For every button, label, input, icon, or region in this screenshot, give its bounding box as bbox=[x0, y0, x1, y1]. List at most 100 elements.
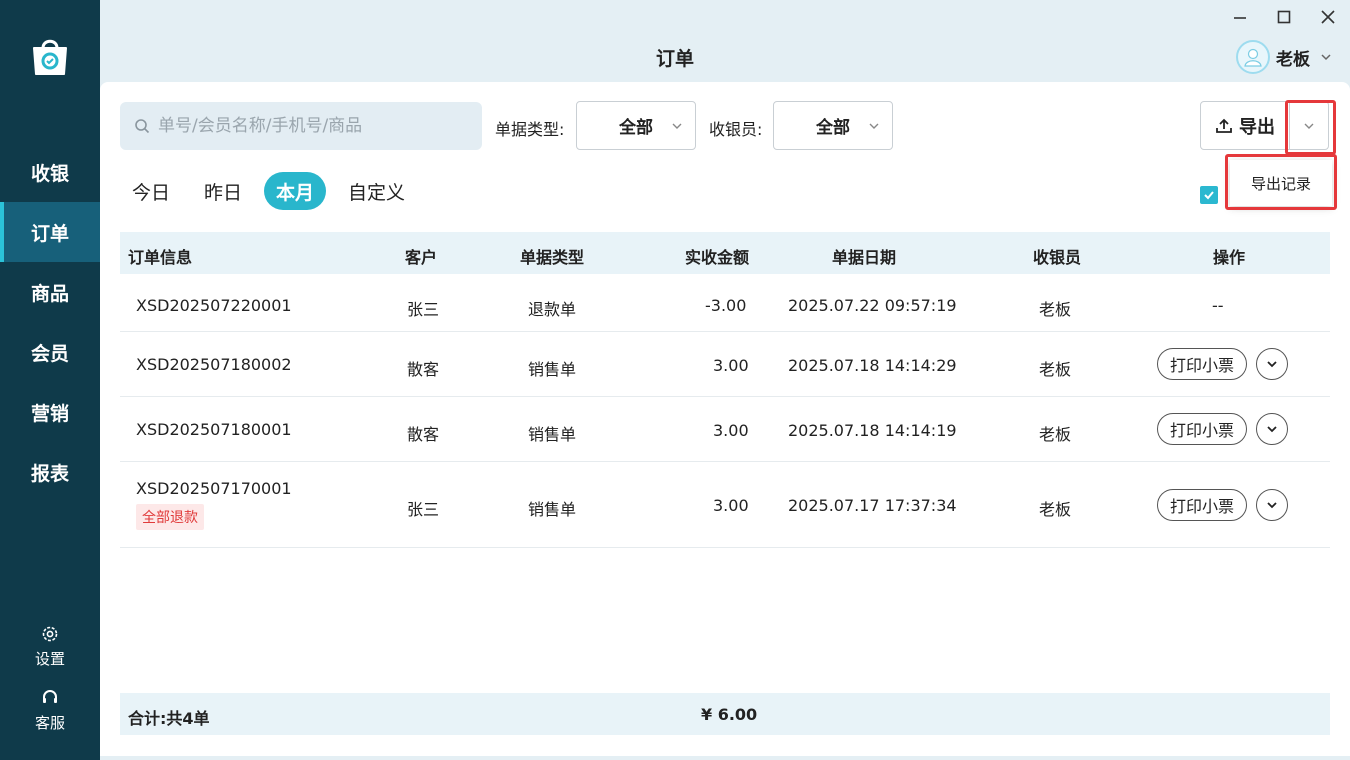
doc-type: 销售单 bbox=[528, 360, 577, 379]
cashier: 老板 bbox=[1039, 300, 1072, 319]
amount: 3.00 bbox=[713, 496, 749, 515]
table-header: 订单信息 客户 单据类型 实收金额 单据日期 收银员 操作 bbox=[120, 232, 1330, 274]
print-receipt-label: 打印小票 bbox=[1169, 421, 1234, 440]
sidebar-item-label: 收银 bbox=[30, 162, 69, 185]
column-header: 客户 bbox=[405, 248, 438, 267]
sidebar-item-reports[interactable]: 报表 bbox=[0, 442, 100, 502]
sidebar-item-label: 订单 bbox=[30, 222, 69, 245]
cashier-label: 收银员: bbox=[709, 120, 763, 139]
settings-label: 设置 bbox=[34, 650, 65, 668]
close-icon bbox=[1321, 10, 1335, 24]
cashier-value: 全部 bbox=[816, 118, 850, 138]
doc-type: 销售单 bbox=[528, 425, 577, 444]
sidebar-item-marketing[interactable]: 营销 bbox=[0, 382, 100, 442]
headset-icon bbox=[43, 690, 57, 703]
doc-date: 2025.07.18 14:14:19 bbox=[788, 421, 957, 440]
print-receipt-button[interactable]: 打印小票 bbox=[1157, 348, 1247, 380]
chevron-down-icon bbox=[1321, 54, 1331, 61]
export-records-menu-item[interactable]: 导出记录 bbox=[1230, 160, 1332, 206]
customer: 张三 bbox=[407, 500, 440, 519]
service-label: 客服 bbox=[34, 714, 65, 732]
table-row[interactable]: XSD202507170001 全部退款 张三 销售单 3.00 2025.07… bbox=[120, 462, 1330, 548]
date-tabs: 今日 昨日 本月 自定义 bbox=[120, 172, 427, 210]
print-receipt-button[interactable]: 打印小票 bbox=[1157, 413, 1247, 445]
doc-type-value: 全部 bbox=[619, 118, 653, 138]
doc-type: 退款单 bbox=[528, 300, 577, 319]
row-more-button[interactable] bbox=[1256, 348, 1288, 380]
chevron-down-icon bbox=[1267, 361, 1277, 368]
search-box[interactable] bbox=[120, 102, 482, 150]
filter-checkbox[interactable] bbox=[1200, 186, 1218, 204]
search-input[interactable] bbox=[158, 116, 458, 136]
user-avatar-icon bbox=[1244, 48, 1262, 67]
chevron-down-icon bbox=[672, 123, 682, 129]
main-panel: 单据类型: 全部 收银员: 全部 导出 导出记录 今日 昨日 本月 自定义 订单… bbox=[100, 82, 1350, 756]
table-row[interactable]: XSD202507180002 散客 销售单 3.00 2025.07.18 1… bbox=[120, 332, 1330, 397]
app-logo-icon bbox=[28, 34, 72, 78]
check-icon bbox=[1204, 191, 1214, 200]
order-number: XSD202507180001 bbox=[136, 420, 292, 439]
tab-custom[interactable]: 自定义 bbox=[336, 172, 417, 210]
sidebar-item-label: 会员 bbox=[30, 342, 69, 365]
minimize-icon bbox=[1234, 17, 1246, 19]
table-summary: 合计:共4单 ¥ 6.00 bbox=[120, 693, 1330, 735]
cashier-select[interactable]: 全部 bbox=[773, 101, 893, 150]
close-button[interactable] bbox=[1316, 6, 1340, 28]
row-more-button[interactable] bbox=[1256, 413, 1288, 445]
maximize-button[interactable] bbox=[1272, 6, 1296, 28]
tab-this-month[interactable]: 本月 bbox=[264, 172, 327, 210]
doc-date: 2025.07.22 09:57:19 bbox=[788, 296, 957, 315]
cashier: 老板 bbox=[1039, 500, 1072, 519]
row-more-button[interactable] bbox=[1256, 489, 1288, 521]
order-number: XSD202507170001 bbox=[136, 479, 292, 498]
gear-icon bbox=[42, 626, 58, 642]
print-receipt-label: 打印小票 bbox=[1169, 356, 1234, 375]
order-number: XSD202507220001 bbox=[136, 296, 292, 315]
tab-today[interactable]: 今日 bbox=[120, 172, 182, 210]
customer: 散客 bbox=[407, 360, 440, 379]
sidebar-item-label: 营销 bbox=[30, 402, 69, 425]
title-bar: 订单 老板 bbox=[100, 0, 1350, 82]
customer: 散客 bbox=[407, 425, 440, 444]
search-icon bbox=[135, 119, 150, 134]
amount: -3.00 bbox=[705, 296, 747, 315]
sidebar: 收银 订单 商品 会员 营销 报表 设置 客服 bbox=[0, 0, 100, 760]
sidebar-item-label: 报表 bbox=[30, 462, 69, 485]
chevron-down-icon bbox=[869, 123, 879, 129]
sidebar-item-cashier[interactable]: 收银 bbox=[0, 142, 100, 202]
settings-button[interactable]: 设置 bbox=[0, 624, 100, 669]
column-header: 实收金额 bbox=[685, 248, 750, 267]
column-header: 单据类型 bbox=[520, 248, 585, 267]
cashier: 老板 bbox=[1039, 360, 1072, 379]
user-menu[interactable]: 老板 bbox=[1236, 40, 1332, 74]
customer-service-button[interactable]: 客服 bbox=[0, 688, 100, 733]
tab-yesterday[interactable]: 昨日 bbox=[192, 172, 254, 210]
page-title: 订单 bbox=[655, 48, 694, 70]
amount: 3.00 bbox=[713, 356, 749, 375]
export-button[interactable]: 导出 bbox=[1200, 101, 1290, 150]
minimize-button[interactable] bbox=[1228, 6, 1252, 28]
doc-type-select[interactable]: 全部 bbox=[576, 101, 696, 150]
sidebar-item-products[interactable]: 商品 bbox=[0, 262, 100, 322]
sidebar-item-orders[interactable]: 订单 bbox=[0, 202, 100, 262]
doc-date: 2025.07.18 14:14:29 bbox=[788, 356, 957, 375]
chevron-down-icon bbox=[1304, 123, 1314, 129]
table-row[interactable]: XSD202507180001 散客 销售单 3.00 2025.07.18 1… bbox=[120, 397, 1330, 462]
column-header: 单据日期 bbox=[832, 248, 897, 267]
print-receipt-button[interactable]: 打印小票 bbox=[1157, 489, 1247, 521]
order-count: 合计:共4单 bbox=[128, 709, 210, 728]
order-number: XSD202507180002 bbox=[136, 355, 292, 374]
total-amount: ¥ 6.00 bbox=[701, 705, 758, 724]
sidebar-item-members[interactable]: 会员 bbox=[0, 322, 100, 382]
doc-type: 销售单 bbox=[528, 500, 577, 519]
upload-icon bbox=[1216, 118, 1232, 133]
export-dropdown-toggle[interactable] bbox=[1289, 101, 1329, 150]
print-receipt-label: 打印小票 bbox=[1169, 497, 1234, 516]
refund-status-badge: 全部退款 bbox=[136, 504, 204, 530]
chevron-down-icon bbox=[1267, 426, 1277, 433]
column-header: 收银员 bbox=[1033, 248, 1082, 267]
sidebar-item-label: 商品 bbox=[30, 282, 69, 305]
doc-type-label: 单据类型: bbox=[495, 120, 565, 139]
table-row[interactable]: XSD202507220001 张三 退款单 -3.00 2025.07.22 … bbox=[120, 274, 1330, 332]
column-header: 订单信息 bbox=[128, 248, 193, 267]
